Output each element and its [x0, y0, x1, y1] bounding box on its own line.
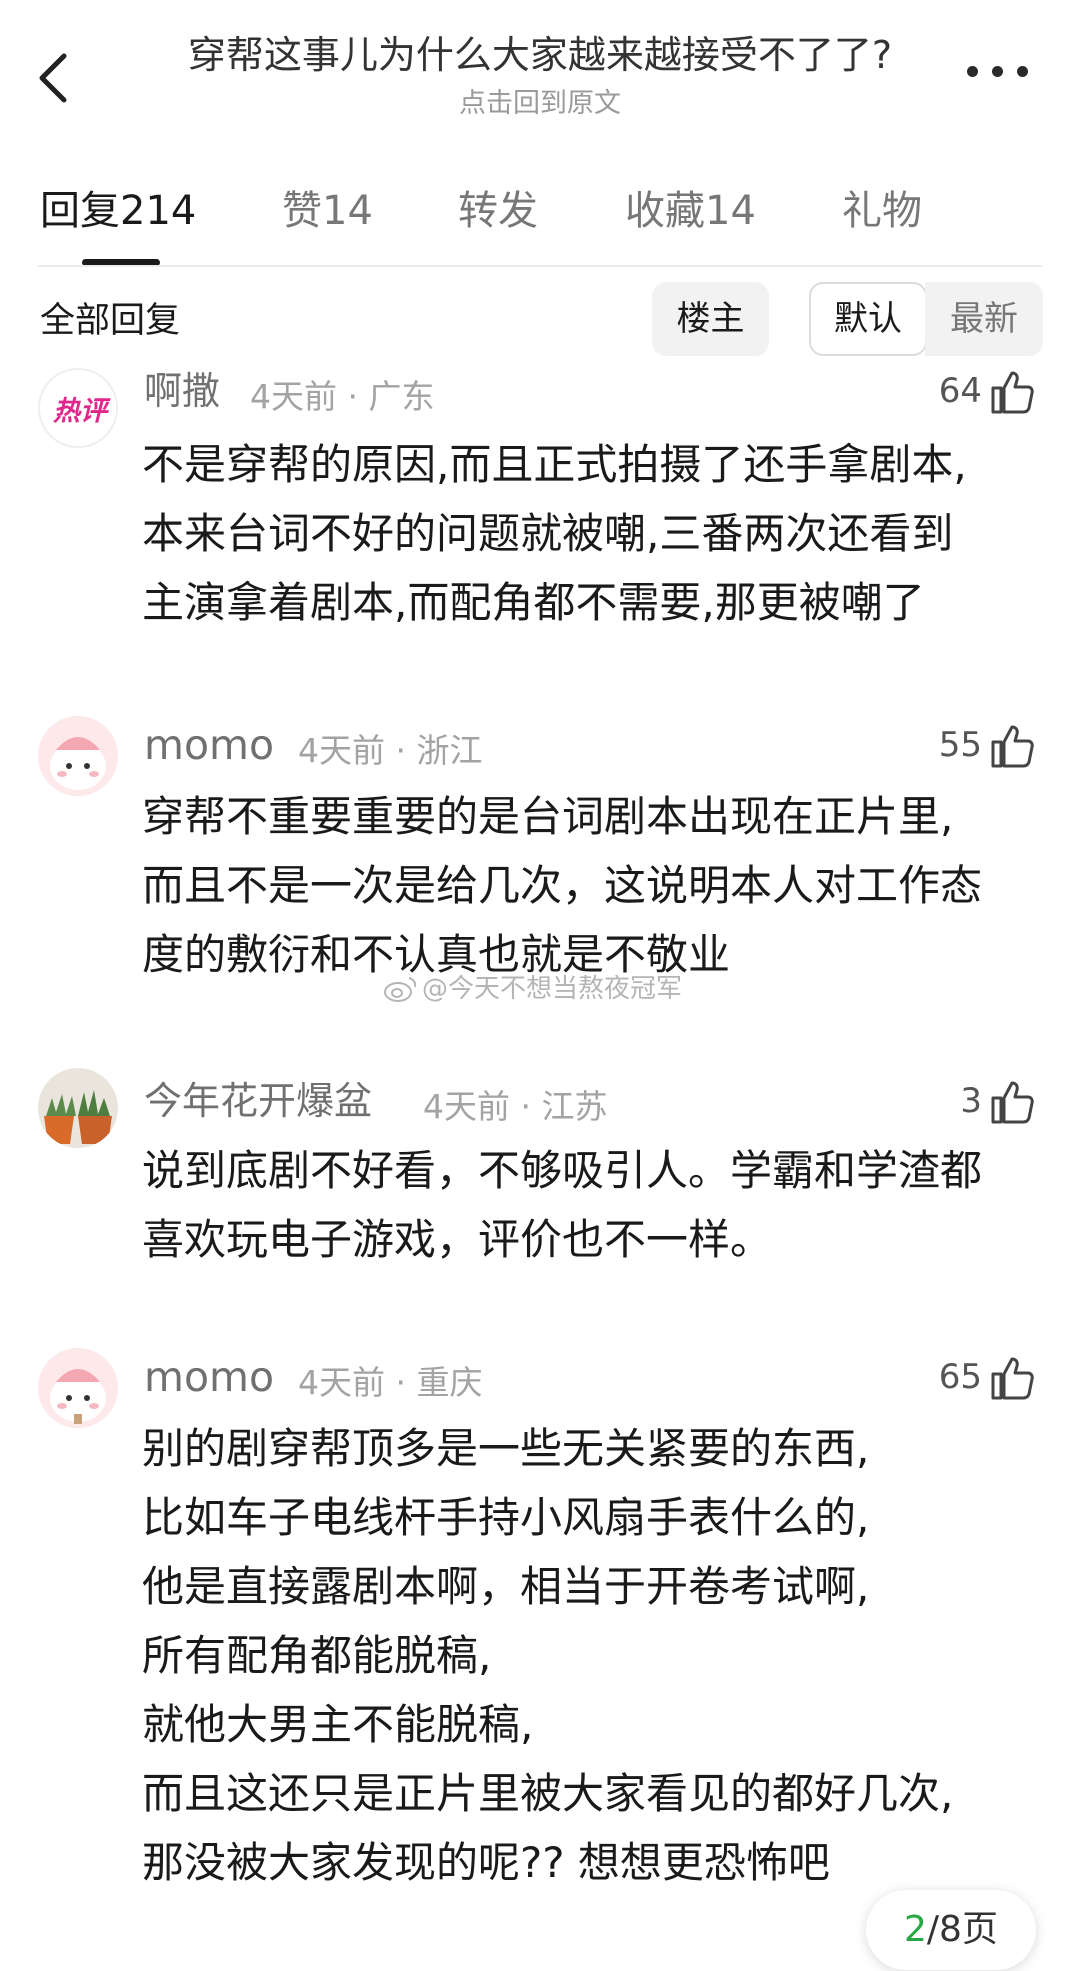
all-replies-label: 全部回复 — [40, 301, 181, 341]
tab-reposts[interactable]: 转发 — [458, 176, 538, 246]
like-count: 3 — [960, 1081, 982, 1121]
comment-location: 重庆 — [416, 1363, 483, 1402]
divider — [38, 265, 1042, 267]
like-count: 64 — [938, 371, 982, 411]
comment-meta: 4天前 · 广东 — [250, 377, 435, 416]
comment-time: 4天前 — [423, 1087, 510, 1126]
user-avatar-image — [38, 1348, 118, 1428]
comment-meta: 4天前 · 江苏 — [423, 1087, 608, 1126]
hot-comment-badge-icon: 热评 — [40, 370, 116, 446]
current-page: 2 — [904, 1909, 927, 1950]
comment-time: 4天前 — [298, 731, 385, 770]
svg-text:热评: 热评 — [52, 396, 111, 427]
total-pages: /8页 — [926, 1909, 998, 1950]
comment-time: 4天前 — [250, 377, 337, 416]
tab-gifts[interactable]: 礼物 — [842, 176, 922, 246]
avatar[interactable] — [38, 1348, 118, 1428]
filter-op-chip[interactable]: 楼主 — [652, 282, 769, 356]
user-avatar-image — [38, 716, 118, 796]
comment-author[interactable]: 今年花开爆盆 — [144, 1076, 372, 1126]
back-to-original-link[interactable]: 点击回到原文 — [120, 86, 960, 122]
filter-latest-chip[interactable]: 最新 — [925, 282, 1043, 356]
weibo-icon — [384, 977, 417, 1002]
thumbs-up-icon[interactable] — [990, 1356, 1036, 1400]
comment-meta: 4天前 · 重庆 — [298, 1363, 483, 1402]
comment-time: 4天前 — [298, 1363, 385, 1402]
page-title: 穿帮这事儿为什么大家越来越接受不了了? — [187, 33, 893, 77]
comment-text: 别的剧穿帮顶多是一些无关紧要的东西, 比如车子电线杆手持小风扇手表什么的, 他是… — [142, 1424, 954, 1887]
tab-likes[interactable]: 赞14 — [282, 176, 373, 246]
more-button[interactable] — [965, 58, 1035, 88]
tab-replies[interactable]: 回复214 — [40, 176, 196, 246]
comment-location: 江苏 — [541, 1087, 608, 1126]
comment-meta: 4天前 · 浙江 — [298, 731, 483, 770]
comment-author[interactable]: momo — [144, 720, 274, 770]
thumbs-up-icon[interactable] — [990, 1080, 1036, 1124]
tab-bar: 回复214 赞14 转发 收藏14 礼物 — [0, 176, 1080, 266]
top-bar: 穿帮这事儿为什么大家越来越接受不了了? 点击回到原文 — [0, 0, 1080, 150]
user-avatar-image — [38, 1068, 118, 1148]
back-button[interactable] — [30, 48, 80, 108]
comment-author[interactable]: 啊撒 — [144, 366, 220, 416]
comment-author[interactable]: momo — [144, 1352, 274, 1402]
comment-text: 穿帮不重要重要的是台词剧本出现在正片里, 而且不是一次是给几次，这说明本人对工作… — [142, 792, 983, 979]
comment-location: 浙江 — [416, 731, 483, 770]
thumbs-up-icon[interactable] — [990, 724, 1036, 768]
filter-default-chip[interactable]: 默认 — [809, 282, 927, 356]
comment-text: 说到底剧不好看，不够吸引人。学霸和学渣都 喜欢玩电子游戏，评价也不一样。 — [142, 1146, 983, 1264]
avatar[interactable]: 热评 — [38, 368, 118, 448]
comment-text: 不是穿帮的原因,而且正式拍摄了还手拿剧本, 本来台词不好的问题就被嘲,三番两次还… — [142, 440, 967, 627]
watermark-text: @今天不想当熬夜冠军 — [422, 974, 683, 1004]
comment-location: 广东 — [368, 377, 435, 416]
like-count: 65 — [938, 1357, 982, 1397]
thumbs-up-icon[interactable] — [990, 370, 1036, 414]
tab-favorites[interactable]: 收藏14 — [625, 176, 756, 246]
avatar[interactable] — [38, 716, 118, 796]
avatar[interactable] — [38, 1068, 118, 1148]
page-indicator[interactable]: 2/8页 — [866, 1890, 1036, 1970]
chevron-left-icon — [39, 53, 67, 103]
like-count: 55 — [938, 725, 982, 765]
